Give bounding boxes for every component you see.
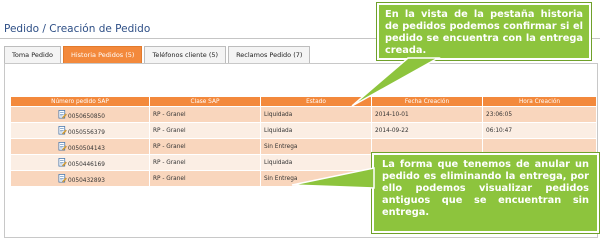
- document-edit-icon[interactable]: [58, 125, 67, 135]
- table-row[interactable]: 0050650850 RP - Granel Liquidada 2014-10-01…: [10, 106, 597, 123]
- column-header-clase[interactable]: Clase SAP: [149, 96, 261, 107]
- info-callout-top: En la vista de la pestaña historia de pe…: [377, 3, 591, 60]
- cell-estado: Sin Entrega: [260, 138, 372, 155]
- order-number[interactable]: 0050650850: [68, 114, 105, 120]
- column-header-estado[interactable]: Estado: [260, 96, 372, 107]
- tab-telefonos-cliente[interactable]: Teléfonos cliente (5): [144, 46, 227, 63]
- cell-estado: Liquidada: [260, 106, 372, 123]
- column-header-fecha[interactable]: Fecha Creación: [371, 96, 483, 107]
- cell-fecha: 2014-10-01: [371, 106, 483, 123]
- document-edit-icon[interactable]: [58, 109, 67, 119]
- cell-numero: 0050504143: [10, 138, 150, 155]
- tab-bar: Toma Pedido Historia Pedidos (5) Teléfon…: [4, 46, 312, 64]
- order-number[interactable]: 0050446169: [68, 162, 105, 168]
- cell-numero: 0050556379: [10, 122, 150, 139]
- cell-estado: Sin Entrega: [260, 170, 372, 187]
- info-callout-bottom: La forma que tenemos de anular un pedido…: [372, 153, 599, 233]
- cell-numero: 0050432893: [10, 170, 150, 187]
- cell-clase: RP - Granel: [149, 122, 261, 139]
- tab-reclamos-pedido[interactable]: Reclamos Pedido (7): [228, 46, 311, 63]
- cell-clase: RP - Granel: [149, 154, 261, 171]
- document-edit-icon[interactable]: [58, 141, 67, 151]
- column-header-hora[interactable]: Hora Creación: [482, 96, 597, 107]
- table-header-row: Número pedido SAP Clase SAP Estado Fecha…: [10, 96, 597, 107]
- page-title: Pedido / Creación de Pedido: [4, 23, 151, 35]
- cell-clase: RP - Granel: [149, 106, 261, 123]
- cell-estado: Liquidada: [260, 122, 372, 139]
- document-edit-icon[interactable]: [58, 173, 67, 183]
- document-edit-icon[interactable]: [58, 157, 67, 167]
- cell-numero: 0050446169: [10, 154, 150, 171]
- table-row[interactable]: 0050556379 RP - Granel Liquidada 2014-09-22…: [10, 122, 597, 139]
- cell-fecha: 2014-09-22: [371, 122, 483, 139]
- cell-clase: RP - Granel: [149, 138, 261, 155]
- tab-historia-pedidos[interactable]: Historia Pedidos (5): [62, 46, 143, 63]
- cell-estado: Liquidada: [260, 154, 372, 171]
- cell-numero: 0050650850: [10, 106, 150, 123]
- column-header-numero[interactable]: Número pedido SAP: [10, 96, 150, 107]
- order-number[interactable]: 0050556379: [68, 130, 105, 136]
- cell-hora: 06:10:47: [482, 122, 597, 139]
- tab-toma-pedido[interactable]: Toma Pedido: [4, 46, 61, 63]
- cell-clase: RP - Granel: [149, 170, 261, 187]
- order-number[interactable]: 0050432893: [68, 178, 105, 184]
- cell-hora: 23:06:05: [482, 106, 597, 123]
- order-number[interactable]: 0050504143: [68, 146, 105, 152]
